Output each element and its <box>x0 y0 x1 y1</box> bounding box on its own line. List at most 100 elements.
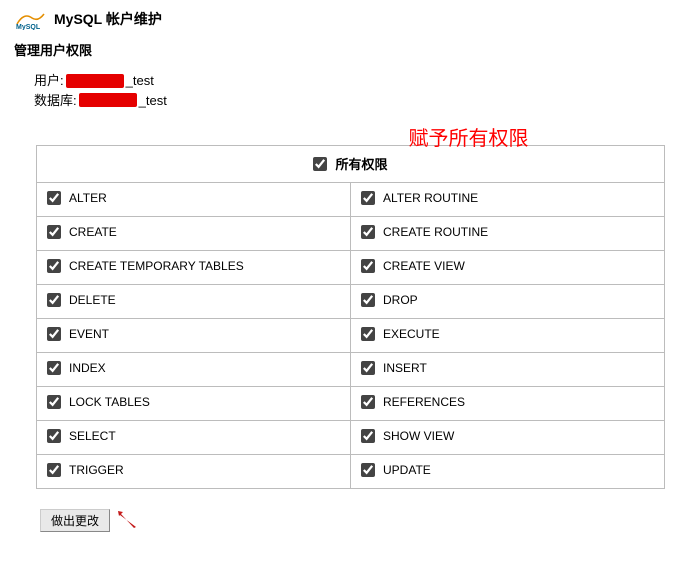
privilege-checkbox[interactable] <box>361 259 375 273</box>
privilege-cell: ALTER <box>37 182 351 216</box>
privilege-cell: UPDATE <box>351 454 665 488</box>
privilege-label[interactable]: ALTER ROUTINE <box>361 191 478 205</box>
redacted-db <box>79 93 137 107</box>
privilege-text: UPDATE <box>383 463 431 477</box>
db-suffix: _test <box>139 91 167 111</box>
privilege-text: SHOW VIEW <box>383 429 454 443</box>
privilege-checkbox[interactable] <box>361 361 375 375</box>
table-row: INDEX INSERT <box>37 352 665 386</box>
table-row: ALTER ALTER ROUTINE <box>37 182 665 216</box>
privilege-text: DROP <box>383 293 418 307</box>
subtitle: 管理用户权限 <box>14 40 683 59</box>
arrow-icon <box>116 509 138 532</box>
privilege-text: REFERENCES <box>383 395 465 409</box>
privilege-label[interactable]: LOCK TABLES <box>47 395 150 409</box>
mysql-logo-icon: MySQL <box>14 8 48 30</box>
privilege-cell: CREATE VIEW <box>351 250 665 284</box>
privilege-checkbox[interactable] <box>361 395 375 409</box>
table-row: CREATE CREATE ROUTINE <box>37 216 665 250</box>
privilege-label[interactable]: ALTER <box>47 191 107 205</box>
privilege-text: INDEX <box>69 361 106 375</box>
db-label: 数据库: <box>34 91 77 111</box>
privileges-table: 所有权限 ALTER ALTER ROUTINE CREATE CREATE ROUT… <box>36 145 665 489</box>
privilege-text: LOCK TABLES <box>69 395 150 409</box>
all-privileges-label[interactable]: 所有权限 <box>313 154 387 173</box>
privilege-label[interactable]: UPDATE <box>361 463 431 477</box>
privilege-checkbox[interactable] <box>361 293 375 307</box>
privilege-cell: LOCK TABLES <box>37 386 351 420</box>
all-privileges-text: 所有权限 <box>335 154 387 173</box>
privilege-checkbox[interactable] <box>47 429 61 443</box>
privilege-cell: DELETE <box>37 284 351 318</box>
privilege-text: EVENT <box>69 327 109 341</box>
privilege-checkbox[interactable] <box>47 463 61 477</box>
privilege-cell: CREATE ROUTINE <box>351 216 665 250</box>
privilege-label[interactable]: INSERT <box>361 361 427 375</box>
privilege-checkbox[interactable] <box>47 293 61 307</box>
privilege-checkbox[interactable] <box>47 191 61 205</box>
privilege-text: CREATE ROUTINE <box>383 225 488 239</box>
user-label: 用户: <box>34 71 64 91</box>
privilege-text: CREATE VIEW <box>383 259 465 273</box>
privilege-text: DELETE <box>69 293 116 307</box>
user-suffix: _test <box>126 71 154 91</box>
privilege-checkbox[interactable] <box>47 395 61 409</box>
privilege-label[interactable]: DELETE <box>47 293 116 307</box>
table-row: TRIGGER UPDATE <box>37 454 665 488</box>
privilege-checkbox[interactable] <box>361 225 375 239</box>
privilege-text: CREATE TEMPORARY TABLES <box>69 259 244 273</box>
privilege-checkbox[interactable] <box>361 463 375 477</box>
privilege-label[interactable]: REFERENCES <box>361 395 465 409</box>
privilege-cell: SHOW VIEW <box>351 420 665 454</box>
privilege-checkbox[interactable] <box>47 361 61 375</box>
privilege-label[interactable]: EVENT <box>47 327 109 341</box>
privilege-label[interactable]: TRIGGER <box>47 463 124 477</box>
db-row: 数据库: _test <box>34 91 683 111</box>
svg-text:MySQL: MySQL <box>16 24 41 30</box>
privilege-text: SELECT <box>69 429 116 443</box>
privilege-cell: CREATE <box>37 216 351 250</box>
submit-button[interactable]: 做出更改 <box>40 509 110 532</box>
privilege-checkbox[interactable] <box>361 429 375 443</box>
privilege-text: ALTER ROUTINE <box>383 191 478 205</box>
privilege-cell: REFERENCES <box>351 386 665 420</box>
table-row: DELETE DROP <box>37 284 665 318</box>
privilege-cell: EXECUTE <box>351 318 665 352</box>
privilege-text: EXECUTE <box>383 327 440 341</box>
privilege-label[interactable]: EXECUTE <box>361 327 440 341</box>
privilege-checkbox[interactable] <box>47 225 61 239</box>
table-row: LOCK TABLES REFERENCES <box>37 386 665 420</box>
all-privileges-cell: 所有权限 <box>37 146 665 183</box>
privilege-checkbox[interactable] <box>361 327 375 341</box>
page-title: MySQL 帐户维护 <box>54 9 162 29</box>
privilege-label[interactable]: CREATE <box>47 225 117 239</box>
privilege-text: INSERT <box>383 361 427 375</box>
privilege-cell: SELECT <box>37 420 351 454</box>
privilege-text: ALTER <box>69 191 107 205</box>
privilege-checkbox[interactable] <box>47 327 61 341</box>
info-block: 用户: _test 数据库: _test <box>34 71 683 110</box>
privilege-label[interactable]: SELECT <box>47 429 116 443</box>
privilege-label[interactable]: INDEX <box>47 361 106 375</box>
privilege-label[interactable]: CREATE ROUTINE <box>361 225 488 239</box>
page-header: MySQL MySQL 帐户维护 <box>14 8 683 30</box>
privilege-label[interactable]: CREATE TEMPORARY TABLES <box>47 259 244 273</box>
privilege-label[interactable]: DROP <box>361 293 418 307</box>
table-row: CREATE TEMPORARY TABLES CREATE VIEW <box>37 250 665 284</box>
table-row: EVENT EXECUTE <box>37 318 665 352</box>
privilege-label[interactable]: CREATE VIEW <box>361 259 465 273</box>
privilege-cell: INDEX <box>37 352 351 386</box>
all-privileges-checkbox[interactable] <box>313 157 327 171</box>
privilege-cell: DROP <box>351 284 665 318</box>
privilege-label[interactable]: SHOW VIEW <box>361 429 454 443</box>
privilege-checkbox[interactable] <box>47 259 61 273</box>
privilege-text: TRIGGER <box>69 463 124 477</box>
privilege-cell: CREATE TEMPORARY TABLES <box>37 250 351 284</box>
privilege-cell: ALTER ROUTINE <box>351 182 665 216</box>
user-row: 用户: _test <box>34 71 683 91</box>
privilege-cell: INSERT <box>351 352 665 386</box>
privilege-checkbox[interactable] <box>361 191 375 205</box>
table-row: SELECT SHOW VIEW <box>37 420 665 454</box>
redacted-user <box>66 74 124 88</box>
privilege-cell: TRIGGER <box>37 454 351 488</box>
